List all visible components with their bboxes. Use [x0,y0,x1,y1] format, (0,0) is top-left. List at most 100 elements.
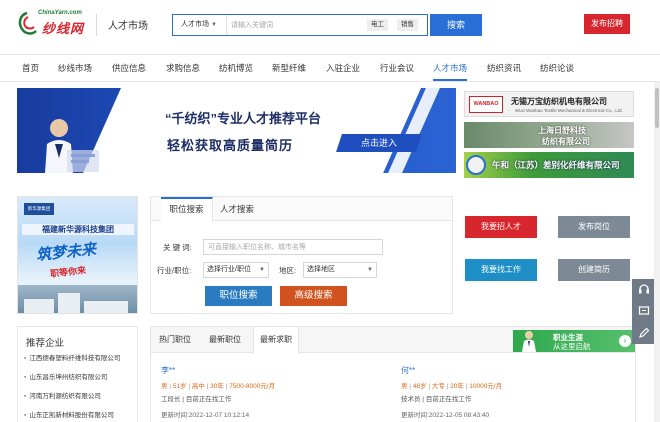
hero-banner[interactable]: “千纺织”专业人才推荐平台 轻松获取高质量简历 点击进入 [17,88,456,173]
post-job-button[interactable]: 发布招聘 [584,14,630,34]
create-resume-button[interactable]: 创建简历 [558,259,630,281]
industry-select-value: 选择行业/职位 [207,266,251,273]
company-recruit-ad[interactable]: 新华源集团 福建新华源科技集团 筑梦未来 职等你来 [17,196,138,314]
company-link[interactable]: 江西德春塑料纤维科技有限公司 [29,355,120,362]
job-search-panel: 职位搜索 人才搜索 关 键 词: 行业/职位: 选择行业/职位 ▼ 地区: 选择地… [150,196,453,314]
arrow-right-icon: › [619,335,631,347]
company-link[interactable]: 山东昌乐坤州纺织有限公司 [29,374,107,381]
main-nav: 首页 纱线市场 供应信息 求购信息 纺机博览 新型纤维 入驻企业 行业会议 人才… [0,54,660,82]
nav-item-home[interactable]: 首页 [22,55,39,81]
tab-hot-jobs[interactable]: 热门职位 [159,327,191,353]
tab-latest-jobs[interactable]: 最新职位 [209,327,241,353]
banner-enter-button[interactable]: 点击进入 [336,134,422,152]
seeker-status: 工段长 | 目前正在找工作 [161,396,232,403]
ad-wuhe[interactable]: 午和（江苏）差别化纤维有限公司 [464,152,634,178]
list-item[interactable]: 李** 男 | 51岁 | 高中 | 30年 | 7500-8000元/月 工段… [161,365,361,421]
scrollbar-thumb[interactable] [655,88,659,128]
listing-tabs: 热门职位 最新职位 最新求职 职业生涯 从这里启航 › [151,327,635,354]
bullet-icon: ▪ [24,412,27,419]
keyword-label: 关 键 词: [163,243,192,252]
nav-item-supply[interactable]: 供应信息 [112,55,146,81]
edit-icon[interactable] [632,323,656,344]
page: ChinaYarn.com 纱线网 人才市场 人才市场▼ 电工 销售 搜索 发布… [0,0,660,422]
nav-item-conference[interactable]: 行业会议 [380,55,414,81]
tab-latest-seekers[interactable]: 最新求职 [253,327,299,354]
tab-talent-search[interactable]: 人才搜索 [213,197,261,221]
seeker-experience: 20年 [450,383,464,390]
seeker-name[interactable]: 何** [401,365,601,377]
company-ad-slogan: 筑梦未来 [35,240,97,265]
post-position-button[interactable]: 发布岗位 [558,216,630,238]
section-title: 人才市场 [108,21,148,32]
job-search-button[interactable]: 职位搜索 [205,286,272,306]
seeker-job-status: 目前正在找工作 [425,396,472,403]
career-ad-banner[interactable]: 职业生涯 从这里启航 › [513,330,635,352]
bullet-icon: ▪ [24,374,27,381]
nav-item-enterprises[interactable]: 入驻企业 [326,55,360,81]
industry-select[interactable]: 选择行业/职位 ▼ [203,262,269,278]
seeker-experience: 30年 [210,383,224,390]
advanced-search-button[interactable]: 高级搜索 [280,286,347,306]
seeker-salary: 7500-8000元/月 [229,383,276,390]
wanbao-logo: WANBAO [469,96,503,113]
company-ad-tagline: 职等你来 [49,265,87,279]
region-select[interactable]: 选择地区 ▼ [303,262,377,278]
chat-icon[interactable] [632,301,656,322]
company-emblem-icon [466,155,486,175]
ad-company-name: 午和（江苏）差别化纤维有限公司 [492,160,620,170]
ad-company-subtitle: 纺织有限公司 [542,137,590,146]
headset-icon[interactable] [632,279,656,300]
job-listing-panel: 热门职位 最新职位 最新求职 职业生涯 从这里启航 › 李** 男 | 51岁 … [150,326,636,422]
seeker-position: 技术员 [401,396,421,403]
company-link[interactable]: 河南万利源纺织有限公司 [29,393,101,400]
seeker-salary: 10000元/月 [469,383,503,390]
nav-item-purchase[interactable]: 求购信息 [166,55,200,81]
search-tag[interactable]: 电工 [367,19,388,31]
company-link[interactable]: 山东正凯新材料股份有限公司 [29,412,114,419]
header: ChinaYarn.com 纱线网 人才市场 人才市场▼ 电工 销售 搜索 发布… [0,0,660,52]
region-label: 地区: [279,266,297,275]
search-input[interactable] [231,15,361,35]
person-figure-icon [522,331,536,352]
seeker-updated: 更新时间:2022-12-05 08:43:40 [401,412,490,419]
job-search-tabs: 职位搜索 人才搜索 [151,197,452,222]
scrollbar-track[interactable] [654,82,660,422]
nav-item-talent-market[interactable]: 人才市场 [433,55,468,81]
search-bar: 人才市场▼ 电工 销售 [172,14,428,36]
search-tag[interactable]: 销售 [397,19,418,31]
seeker-job-status: 目前正在找工作 [185,396,232,403]
seeker-age: 48岁 [412,383,427,390]
nav-item-yarn-market[interactable]: 纱线市场 [58,55,92,81]
brand-name: 纱线网 [42,22,85,37]
nav-item-news[interactable]: 纺织资讯 [487,55,521,81]
list-item[interactable]: ▪ 山东正凯新材料股份有限公司 [24,406,136,422]
nav-item-new-fiber[interactable]: 新型纤维 [272,55,306,81]
seeker-updated: 更新时间:2022-12-07 10:12:14 [161,412,250,419]
company-ad-name: 福建新华源科技集团 [22,224,134,235]
floating-toolbar [632,279,656,344]
nav-item-machinery-expo[interactable]: 纺机博览 [219,55,253,81]
search-category-dropdown[interactable]: 人才市场 ▼ [173,15,227,35]
search-button[interactable]: 搜索 [430,14,482,36]
seeker-education: 高中 [191,383,205,390]
ad-wanbao[interactable]: WANBAO 无锡万宝纺织机电有限公司 Wuxi Wanbao Textile … [464,91,634,117]
site-logo[interactable]: ChinaYarn.com 纱线网 [16,9,96,43]
nav-item-forum[interactable]: 纺织论谈 [540,55,574,81]
recruit-talent-button[interactable]: 我要招人才 [465,216,537,238]
list-item[interactable]: ▪ 江西德春塑料纤维科技有限公司 [24,349,136,368]
seeker-position: 工段长 [161,396,181,403]
list-item[interactable]: ▪ 山东昌乐坤州纺织有限公司 [24,368,136,387]
ad-rishu[interactable]: 上海日舒科技 纺织有限公司 [464,122,634,148]
region-select-value: 选择地区 [307,266,335,273]
banner-ribbon [83,88,421,173]
chevron-down-icon: ▼ [367,267,373,273]
list-item[interactable]: ▪ 河南万利源纺织有限公司 [24,387,136,406]
seeker-name[interactable]: 李** [161,365,361,377]
company-logo: 新华源集团 [24,203,54,215]
banner-subtitle: 轻松获取高质量简历 [167,138,294,153]
tab-job-search[interactable]: 职位搜索 [161,197,213,222]
site-url: ChinaYarn.com [38,10,82,16]
keyword-input[interactable] [203,239,383,255]
list-item[interactable]: 何** 男 | 48岁 | 大专 | 20年 | 10000元/月 技术员 | … [401,365,601,421]
find-job-button[interactable]: 我要找工作 [465,259,537,281]
